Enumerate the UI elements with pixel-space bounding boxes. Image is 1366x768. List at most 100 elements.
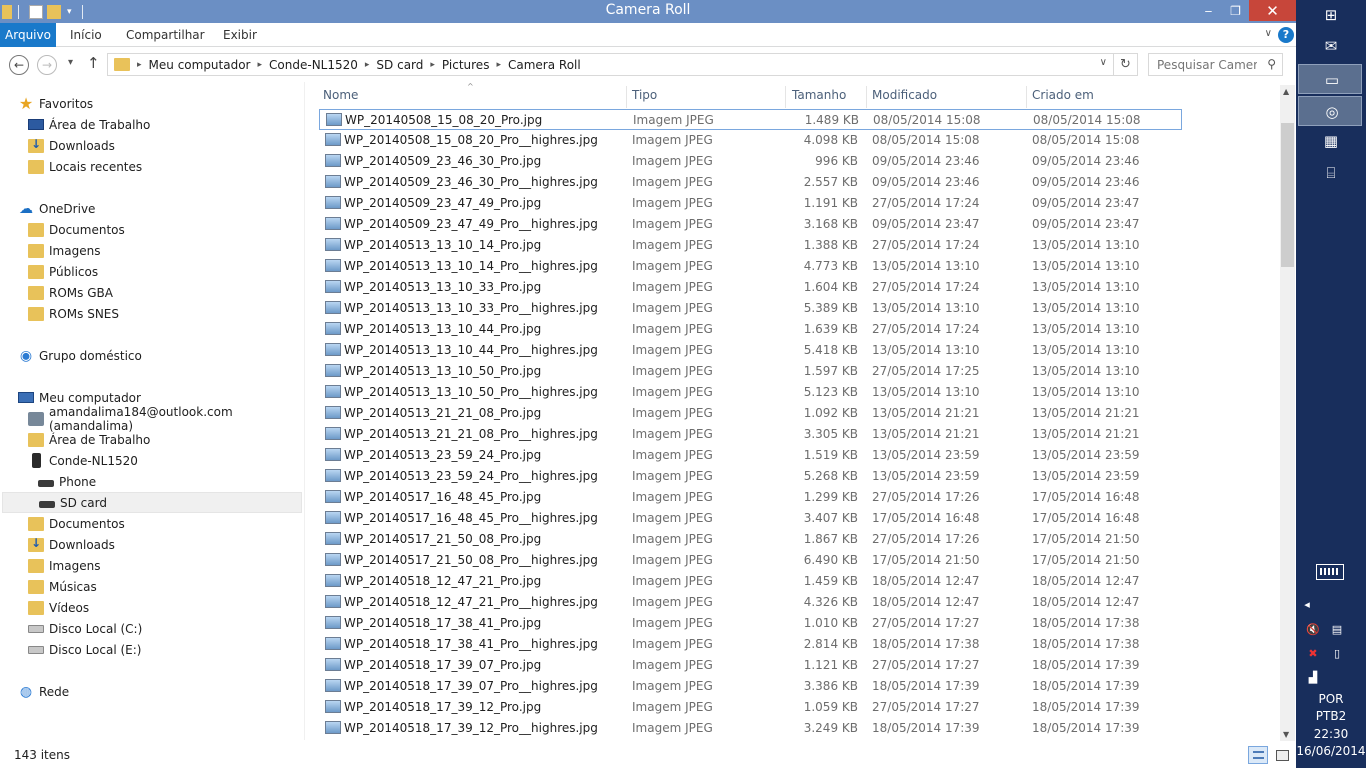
nav-item-imagens[interactable]: Imagens	[28, 240, 328, 261]
network-error-icon[interactable]: ✖	[1306, 647, 1320, 661]
tab-exibir[interactable]: Exibir	[223, 23, 257, 47]
expand-ribbon-icon[interactable]: ∨	[1265, 28, 1272, 39]
nav-item-sd-card[interactable]: SD card	[2, 492, 302, 513]
table-row[interactable]: WP_20140509_23_47_49_Pro.jpg Imagem JPEG 1…	[319, 193, 1182, 214]
tab-compartilhar[interactable]: Compartilhar	[126, 23, 205, 47]
breadcrumb-sd-card[interactable]: SD card	[376, 58, 423, 72]
clock-time[interactable]: 22:30	[1296, 727, 1366, 741]
scroll-up-icon[interactable]: ▲	[1283, 87, 1289, 96]
nav-item-downloads[interactable]: Downloads	[28, 135, 328, 156]
column-header-nome[interactable]: Nome	[323, 88, 358, 110]
address-dropdown-icon[interactable]: ∨	[1100, 57, 1107, 68]
breadcrumb-arrow[interactable]: ▸	[430, 60, 435, 70]
breadcrumb-arrow[interactable]: ▸	[258, 60, 263, 70]
nav-item-musicas[interactable]: Músicas	[28, 576, 302, 597]
nav-item-phone[interactable]: Phone	[38, 471, 302, 492]
table-row[interactable]: WP_20140509_23_46_30_Pro.jpg Imagem JPEG 9…	[319, 151, 1182, 172]
tab-inicio[interactable]: Início	[70, 23, 102, 47]
keyboard-layout[interactable]: PTB2	[1296, 709, 1366, 723]
language-code[interactable]: POR	[1296, 692, 1366, 706]
column-separator[interactable]	[1026, 86, 1027, 108]
table-row[interactable]: WP_20140509_23_47_49_Pro__highres.jpg Ima…	[319, 214, 1182, 235]
breadcrumb-conde-nl1520[interactable]: Conde-NL1520	[269, 58, 358, 72]
start-icon[interactable]: ⊞	[1318, 2, 1344, 28]
table-row[interactable]: WP_20140513_13_10_44_Pro__highres.jpg Ima…	[319, 340, 1182, 361]
nav-item-disco-local-e[interactable]: Disco Local (E:)	[28, 639, 302, 660]
touch-keyboard-icon[interactable]	[1316, 564, 1344, 580]
details-view-button[interactable]	[1248, 746, 1268, 764]
search-icon[interactable]: ⚲	[1267, 57, 1276, 71]
search-box[interactable]: ⚲	[1148, 53, 1283, 76]
breadcrumb-arrow[interactable]: ▸	[365, 60, 370, 70]
vertical-scrollbar[interactable]: ▲ ▼	[1280, 85, 1295, 741]
help-icon[interactable]: ?	[1278, 27, 1294, 43]
volume-muted-icon[interactable]: 🔇	[1306, 623, 1320, 637]
column-header-modificado[interactable]: Modificado	[872, 88, 937, 110]
table-row[interactable]: WP_20140513_13_10_44_Pro.jpg Imagem JPEG 1…	[319, 319, 1182, 340]
forward-button[interactable]: →	[37, 55, 57, 75]
action-center-icon[interactable]: ▤	[1330, 623, 1344, 637]
table-row[interactable]: WP_20140513_13_10_50_Pro.jpg Imagem JPEG 1…	[319, 361, 1182, 382]
table-row[interactable]: WP_20140517_21_50_08_Pro.jpg Imagem JPEG 1…	[319, 529, 1182, 550]
column-header-tamanho[interactable]: Tamanho	[792, 88, 846, 110]
nav-item-downloads-pc[interactable]: Downloads	[28, 534, 302, 555]
column-separator[interactable]	[866, 86, 867, 108]
table-row[interactable]: WP_20140518_17_39_07_Pro.jpg Imagem JPEG 1…	[319, 655, 1182, 676]
tab-arquivo[interactable]: Arquivo	[0, 23, 56, 47]
table-row[interactable]: WP_20140518_12_47_21_Pro__highres.jpg Ima…	[319, 592, 1182, 613]
table-row[interactable]: WP_20140518_17_39_07_Pro__highres.jpg Ima…	[319, 676, 1182, 697]
nav-item-favoritos[interactable]: ★ Favoritos	[18, 93, 318, 114]
clock-date[interactable]: 16/06/2014	[1296, 744, 1366, 758]
nav-item-publicos[interactable]: Públicos	[28, 261, 328, 282]
show-hidden-icons[interactable]: ◂	[1300, 598, 1314, 612]
column-header-tipo[interactable]: Tipo	[632, 88, 657, 110]
breadcrumb-camera-roll[interactable]: Camera Roll	[508, 58, 581, 72]
table-row[interactable]: WP_20140513_13_10_50_Pro__highres.jpg Ima…	[319, 382, 1182, 403]
nav-item-rede[interactable]: ◍ Rede	[18, 681, 318, 702]
nav-item-conde-nl1520[interactable]: Conde-NL1520	[28, 450, 302, 471]
nav-item-documentos-pc[interactable]: Documentos	[28, 513, 302, 534]
address-bar[interactable]: ▸ Meu computador ▸ Conde-NL1520 ▸ SD car…	[107, 53, 1138, 76]
table-row[interactable]: WP_20140513_21_21_08_Pro__highres.jpg Ima…	[319, 424, 1182, 445]
table-row[interactable]: WP_20140513_13_10_14_Pro.jpg Imagem JPEG 1…	[319, 235, 1182, 256]
title-bar[interactable]: ▾ Camera Roll ‒ ❐ ✕	[0, 0, 1296, 23]
scrollbar-thumb[interactable]	[1281, 123, 1294, 267]
large-icons-view-button[interactable]	[1272, 746, 1292, 764]
column-separator[interactable]	[626, 86, 627, 108]
nav-item-onedrive[interactable]: ☁ OneDrive	[18, 198, 318, 219]
nav-item-area-de-trabalho-pc[interactable]: Área de Trabalho	[28, 429, 302, 450]
table-row[interactable]: WP_20140513_21_21_08_Pro.jpg Imagem JPEG 1…	[319, 403, 1182, 424]
minimize-button[interactable]: ‒	[1195, 0, 1222, 21]
refresh-icon[interactable]: ↻	[1113, 54, 1137, 75]
nav-item-grupo-domestico[interactable]: ◉ Grupo doméstico	[18, 345, 318, 366]
table-row[interactable]: WP_20140518_17_38_41_Pro.jpg Imagem JPEG 1…	[319, 613, 1182, 634]
back-button[interactable]: ←	[9, 55, 29, 75]
nav-item-area-de-trabalho[interactable]: Área de Trabalho	[28, 114, 328, 135]
column-header-criado-em[interactable]: Criado em	[1032, 88, 1094, 110]
table-row[interactable]: WP_20140518_17_39_12_Pro.jpg Imagem JPEG 1…	[319, 697, 1182, 718]
up-button[interactable]: ↑	[87, 54, 100, 72]
table-row[interactable]: WP_20140513_13_10_14_Pro__highres.jpg Ima…	[319, 256, 1182, 277]
table-row[interactable]: WP_20140518_17_38_41_Pro__highres.jpg Ima…	[319, 634, 1182, 655]
network-app-icon[interactable]: ⌸	[1318, 160, 1344, 186]
chat-app-icon[interactable]: ✉	[1318, 33, 1344, 59]
column-separator[interactable]	[785, 86, 786, 108]
nav-item-imagens-pc[interactable]: Imagens	[28, 555, 302, 576]
taskbar-item-chrome[interactable]: ◎	[1298, 96, 1362, 126]
signal-icon[interactable]: ▟	[1306, 671, 1320, 685]
table-row[interactable]: WP_20140513_13_10_33_Pro__highres.jpg Ima…	[319, 298, 1182, 319]
close-button[interactable]: ✕	[1249, 0, 1296, 21]
table-row[interactable]: WP_20140518_17_39_12_Pro__highres.jpg Ima…	[319, 718, 1182, 739]
nav-item-roms-snes[interactable]: ROMs SNES	[28, 303, 328, 324]
nav-item-documentos[interactable]: Documentos	[28, 219, 328, 240]
maximize-button[interactable]: ❐	[1222, 0, 1249, 21]
search-input[interactable]	[1157, 57, 1257, 72]
table-row[interactable]: WP_20140509_23_46_30_Pro__highres.jpg Ima…	[319, 172, 1182, 193]
breadcrumb-pictures[interactable]: Pictures	[442, 58, 490, 72]
nav-item-videos[interactable]: Vídeos	[28, 597, 302, 618]
breadcrumb-arrow[interactable]: ▸	[496, 60, 501, 70]
table-row[interactable]: WP_20140508_15_08_20_Pro.jpg Imagem JPEG 1…	[319, 109, 1182, 130]
table-row[interactable]: WP_20140517_16_48_45_Pro__highres.jpg Ima…	[319, 508, 1182, 529]
nav-item-locais-recentes[interactable]: Locais recentes	[28, 156, 328, 177]
table-row[interactable]: WP_20140518_12_47_21_Pro.jpg Imagem JPEG 1…	[319, 571, 1182, 592]
